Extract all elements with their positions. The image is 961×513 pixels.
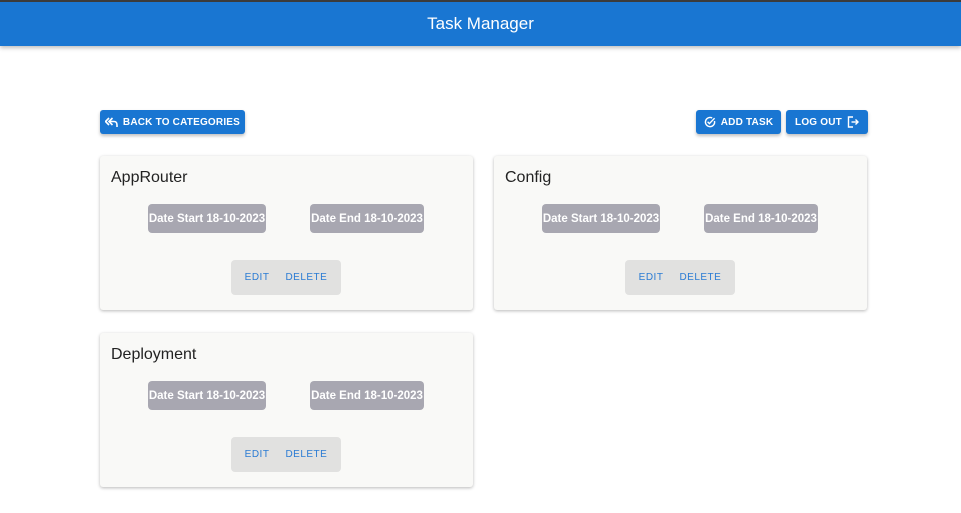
task-card: Config Date Start 18-10-2023 Date End 18… <box>494 156 867 310</box>
add-task-label: ADD TASK <box>720 116 774 128</box>
app-title: Task Manager <box>427 14 534 33</box>
delete-button[interactable]: DELETE <box>277 272 335 283</box>
delete-button[interactable]: DELETE <box>277 449 335 460</box>
task-actions: EDIT DELETE <box>231 437 341 472</box>
date-end-chip: Date End 18-10-2023 <box>310 204 424 233</box>
edit-button[interactable]: EDIT <box>237 449 278 460</box>
date-start-chip: Date Start 18-10-2023 <box>148 204 266 233</box>
add-task-button[interactable]: ADD TASK <box>696 110 781 134</box>
app-bar: Task Manager <box>0 0 961 46</box>
date-end-chip: Date End 18-10-2023 <box>704 204 818 233</box>
task-actions: EDIT DELETE <box>231 260 341 295</box>
date-end-chip: Date End 18-10-2023 <box>310 381 424 410</box>
task-title: Config <box>505 169 552 186</box>
date-start-chip: Date Start 18-10-2023 <box>148 381 266 410</box>
task-check-icon <box>704 116 716 128</box>
edit-button[interactable]: EDIT <box>237 272 278 283</box>
delete-button[interactable]: DELETE <box>671 272 729 283</box>
task-title: Deployment <box>111 346 197 363</box>
reply-all-icon <box>104 116 118 128</box>
edit-button[interactable]: EDIT <box>631 272 672 283</box>
task-title: AppRouter <box>111 169 188 186</box>
back-to-categories-label: BACK TO CATEGORIES <box>122 116 241 128</box>
task-actions: EDIT DELETE <box>625 260 735 295</box>
logout-icon <box>847 116 859 128</box>
date-start-chip: Date Start 18-10-2023 <box>542 204 660 233</box>
task-card: AppRouter Date Start 18-10-2023 Date End… <box>100 156 473 310</box>
task-card: Deployment Date Start 18-10-2023 Date En… <box>100 333 473 487</box>
log-out-label: LOG OUT <box>795 116 842 128</box>
back-to-categories-button[interactable]: BACK TO CATEGORIES <box>100 110 245 134</box>
log-out-button[interactable]: LOG OUT <box>786 110 868 134</box>
